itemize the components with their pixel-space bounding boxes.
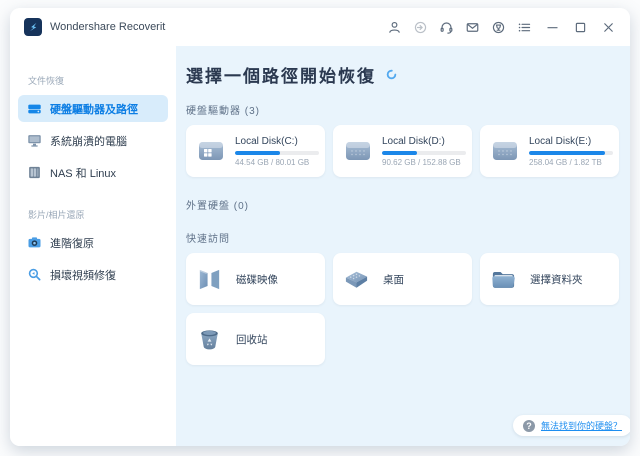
drive-name: Local Disk(D:) xyxy=(382,136,466,147)
drive-card-e[interactable]: Local Disk(E:) 258.04 GB / 1.82 TB xyxy=(480,125,619,177)
drive-name: Local Disk(C:) xyxy=(235,136,319,147)
quick-card-disk-image[interactable]: 磁碟映像 xyxy=(186,253,325,305)
maximize-icon[interactable] xyxy=(572,19,589,36)
refresh-icon[interactable] xyxy=(386,69,397,80)
page-title: 選擇一個路徑開始恢復 xyxy=(186,62,376,87)
sidebar: 文件恢復 硬盤驅動器及路徑 系統崩潰的電腦 NAS 和 Linux 影片/ xyxy=(10,46,176,446)
minimize-icon[interactable] xyxy=(544,19,561,36)
folder-icon xyxy=(490,266,517,293)
drive-usage-bar xyxy=(235,151,319,155)
sidebar-item-drives-and-paths[interactable]: 硬盤驅動器及路徑 xyxy=(18,95,168,122)
app-window: Wondershare Recoverit xyxy=(10,8,630,446)
external-drives-label: 外置硬盤 (0) xyxy=(186,197,630,212)
drive-size: 258.04 GB / 1.82 TB xyxy=(529,158,613,167)
quick-card-label: 回收站 xyxy=(236,332,268,347)
sidebar-item-label: 系統崩潰的電腦 xyxy=(50,133,127,149)
recoverit-logo-icon xyxy=(24,18,42,36)
drive-card-d[interactable]: Local Disk(D:) 90.62 GB / 152.88 GB xyxy=(333,125,472,177)
quick-card-label: 桌面 xyxy=(383,272,404,287)
sidebar-item-crashed-computer[interactable]: 系統崩潰的電腦 xyxy=(18,127,168,154)
desktop-icon xyxy=(343,266,370,293)
quick-card-label: 選擇資料夾 xyxy=(530,272,583,287)
premium-icon[interactable] xyxy=(490,19,507,36)
sign-in-icon[interactable] xyxy=(412,19,429,36)
cant-find-drive-help[interactable]: ? 無法找到你的硬盤？ xyxy=(513,415,630,436)
sidebar-item-enhanced-recovery[interactable]: 進階復原 xyxy=(18,229,168,256)
video-repair-icon xyxy=(27,267,42,282)
sidebar-item-video-repair[interactable]: 損壞視頻修復 xyxy=(18,261,168,288)
account-icon[interactable] xyxy=(386,19,403,36)
camera-icon xyxy=(27,235,42,250)
sidebar-item-label: NAS 和 Linux xyxy=(50,165,116,181)
quick-access-cards: 磁碟映像 桌面 xyxy=(186,253,630,365)
sidebar-section-photo-video: 影片/相片還原 xyxy=(18,208,168,221)
sidebar-item-label: 損壞視頻修復 xyxy=(50,267,116,283)
quick-card-desktop[interactable]: 桌面 xyxy=(333,253,472,305)
drive-size: 90.62 GB / 152.88 GB xyxy=(382,158,466,167)
drive-name: Local Disk(E:) xyxy=(529,136,613,147)
drives-section-label: 硬盤驅動器 (3) xyxy=(186,102,630,117)
title-bar: Wondershare Recoverit xyxy=(10,8,630,46)
sidebar-item-label: 進階復原 xyxy=(50,235,94,251)
sidebar-section-file-recovery: 文件恢復 xyxy=(18,74,168,87)
quick-card-select-folder[interactable]: 選擇資料夾 xyxy=(480,253,619,305)
quick-card-label: 磁碟映像 xyxy=(236,272,278,287)
disk-c-icon xyxy=(196,138,226,164)
drive-card-c[interactable]: Local Disk(C:) 44.54 GB / 80.01 GB xyxy=(186,125,325,177)
quick-card-recycle-bin[interactable]: 回收站 xyxy=(186,313,325,365)
menu-list-icon[interactable] xyxy=(516,19,533,36)
sidebar-item-nas-linux[interactable]: NAS 和 Linux xyxy=(18,159,168,186)
titlebar-actions xyxy=(386,19,617,36)
disk-d-icon xyxy=(343,138,373,164)
disk-e-icon xyxy=(490,138,520,164)
quick-access-label: 快速訪問 xyxy=(186,230,630,245)
recycle-bin-icon xyxy=(196,326,223,353)
hard-drive-icon xyxy=(27,101,42,116)
disk-image-icon xyxy=(196,266,223,293)
nas-server-icon xyxy=(27,165,42,180)
crashed-computer-icon xyxy=(27,133,42,148)
support-icon[interactable] xyxy=(438,19,455,36)
drive-usage-bar xyxy=(529,151,613,155)
drive-cards-row: Local Disk(C:) 44.54 GB / 80.01 GB Local… xyxy=(186,125,630,177)
sidebar-item-label: 硬盤驅動器及路徑 xyxy=(50,101,138,117)
main-panel: 選擇一個路徑開始恢復 硬盤驅動器 (3) Local Disk(C:) 44 xyxy=(176,46,630,446)
help-link-text[interactable]: 無法找到你的硬盤？ xyxy=(541,419,622,432)
question-mark-icon: ? xyxy=(523,420,535,432)
close-icon[interactable] xyxy=(600,19,617,36)
app-title: Wondershare Recoverit xyxy=(50,21,165,33)
drive-size: 44.54 GB / 80.01 GB xyxy=(235,158,319,167)
drive-usage-bar xyxy=(382,151,466,155)
feedback-mail-icon[interactable] xyxy=(464,19,481,36)
